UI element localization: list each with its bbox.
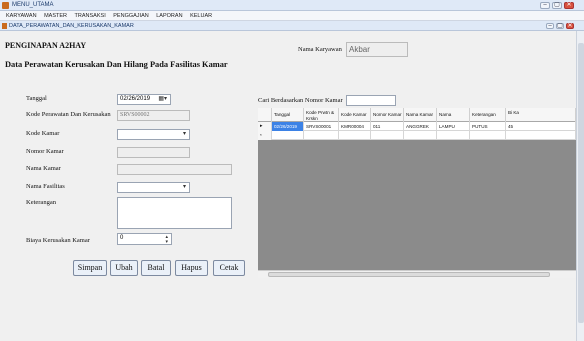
table-cell[interactable]: 02/26/2019 <box>272 122 304 131</box>
menu-master[interactable]: MASTER <box>44 11 67 21</box>
nama-fasilitas-label: Nama Fasilitas <box>26 183 65 190</box>
menu-keluar[interactable]: KELUAR <box>190 11 212 21</box>
new-row-marker[interactable]: * <box>258 131 272 140</box>
vertical-scrollbar[interactable] <box>576 31 584 341</box>
table-cell[interactable]: 45 <box>506 122 576 131</box>
child-close-icon[interactable]: ✕ <box>566 23 574 29</box>
table-cell[interactable]: PUTUS <box>470 122 506 131</box>
child-window-titlebar: DATA_PERAWATAN_DAN_KERUSAKAN_KAMAR – ▢ ✕ <box>0 21 584 31</box>
column-header[interactable]: Nama Fasilitas <box>437 108 470 131</box>
kode-perawatan-label: Kode Perawatan Dan Kerusakan <box>26 111 111 118</box>
table-cell[interactable] <box>404 131 437 140</box>
kode-kamar-label: Kode Kamar <box>26 130 60 137</box>
table-cell[interactable]: SRVS00001 <box>304 122 339 131</box>
column-header[interactable]: Nama Kamar <box>404 108 437 122</box>
keterangan-textarea[interactable] <box>117 197 232 229</box>
column-header[interactable]: Tanggal <box>272 108 304 122</box>
grid-horizontal-scrollbar[interactable] <box>258 270 576 278</box>
scroll-thumb[interactable] <box>578 43 584 323</box>
employee-label: Nama Karyawan <box>298 46 342 53</box>
keterangan-label: Keterangan <box>26 199 56 206</box>
column-header[interactable]: Bi Ka <box>506 108 576 122</box>
data-grid[interactable]: Tanggal Kode Prwtn & Krskn Kode Kamar No… <box>258 108 576 275</box>
chevron-down-icon: ▾ <box>182 131 186 137</box>
table-cell[interactable] <box>272 131 304 140</box>
menu-penggajian[interactable]: PENGGAJIAN <box>113 11 148 21</box>
child-window-title: DATA_PERAWATAN_DAN_KERUSAKAN_KAMAR <box>9 23 134 29</box>
simpan-button[interactable]: Simpan <box>73 260 107 276</box>
calendar-icon[interactable]: ▦▾ <box>158 95 167 104</box>
biaya-label: Biaya Kerusakan Kamar <box>26 237 90 244</box>
table-cell[interactable] <box>304 131 339 140</box>
ubah-button[interactable]: Ubah <box>110 260 138 276</box>
tanggal-datepicker[interactable]: 02/26/2019 ▦▾ <box>117 94 171 105</box>
tanggal-label: Tanggal <box>26 95 47 102</box>
app-icon <box>2 2 9 9</box>
menu-bar: KARYAWAN MASTER TRANSAKSI PENGGAJIAN LAP… <box>0 11 584 21</box>
grid-scroll-thumb[interactable] <box>268 272 550 277</box>
table-cell[interactable] <box>339 131 371 140</box>
search-label: Cari Berdasarkan Nomor Kamar <box>258 97 343 104</box>
kode-kamar-select[interactable]: ▾ <box>117 129 190 140</box>
table-cell[interactable]: 011 <box>371 122 404 131</box>
close-icon[interactable]: ✕ <box>564 2 574 9</box>
search-input[interactable] <box>346 95 396 106</box>
table-cell[interactable] <box>506 131 576 140</box>
cetak-button[interactable]: Cetak <box>213 260 245 276</box>
table-cell[interactable] <box>371 131 404 140</box>
biaya-value: 0 <box>120 235 124 241</box>
nomor-kamar-field <box>117 147 190 158</box>
row-header-corner <box>258 108 272 122</box>
table-row[interactable]: ▸ 02/26/2019 SRVS00001 KMR00004 011 ANGG… <box>258 122 576 131</box>
stepper-arrows-icon[interactable]: ▴ ▾ <box>165 235 168 245</box>
maximize-icon[interactable]: ▢ <box>552 2 562 9</box>
form-icon <box>2 23 7 29</box>
kode-perawatan-field: SRVS00002 <box>117 110 190 121</box>
employee-field: Akbar <box>346 42 408 57</box>
table-cell[interactable]: LAMPU <box>437 122 470 131</box>
menu-laporan[interactable]: LAPORAN <box>156 11 182 21</box>
table-cell[interactable]: ANGGREK <box>404 122 437 131</box>
column-header[interactable]: Keterangan <box>470 108 506 122</box>
page-title: Data Perawatan Kerusakan Dan Hilang Pada… <box>5 60 228 69</box>
table-cell[interactable] <box>470 131 506 140</box>
biaya-stepper[interactable]: 0 ▴ ▾ <box>117 233 172 245</box>
column-header[interactable]: Kode Prwtn & Krskn <box>304 108 339 122</box>
menu-transaksi[interactable]: TRANSAKSI <box>75 11 106 21</box>
nama-fasilitas-select[interactable]: ▾ <box>117 182 190 193</box>
child-minimize-icon[interactable]: – <box>546 23 554 29</box>
table-cell[interactable] <box>437 131 470 140</box>
nama-kamar-label: Nama Kamar <box>26 165 61 172</box>
chevron-down-icon: ▾ <box>182 184 186 190</box>
nama-kamar-field <box>117 164 232 175</box>
column-header[interactable]: Nomor Kamar <box>371 108 404 122</box>
main-window-title: MENU_UTAMA <box>12 2 54 8</box>
nomor-kamar-label: Nomor Kamar <box>26 148 64 155</box>
tanggal-value: 02/26/2019 <box>120 96 151 102</box>
child-restore-icon[interactable]: ▢ <box>556 23 564 29</box>
row-selector-icon[interactable]: ▸ <box>258 122 272 131</box>
hapus-button[interactable]: Hapus <box>175 260 208 276</box>
hotel-name: PENGINAPAN A2HAY <box>5 41 87 50</box>
minimize-icon[interactable]: – <box>540 2 550 9</box>
grid-header: Tanggal Kode Prwtn & Krskn Kode Kamar No… <box>258 108 576 131</box>
column-header[interactable]: Kode Kamar <box>339 108 371 122</box>
menu-karyawan[interactable]: KARYAWAN <box>6 11 37 21</box>
table-cell[interactable]: KMR00004 <box>339 122 371 131</box>
batal-button[interactable]: Batal <box>141 260 171 276</box>
main-window-titlebar: MENU_UTAMA – ▢ ✕ <box>0 0 584 11</box>
table-row-new[interactable]: * <box>258 131 576 140</box>
